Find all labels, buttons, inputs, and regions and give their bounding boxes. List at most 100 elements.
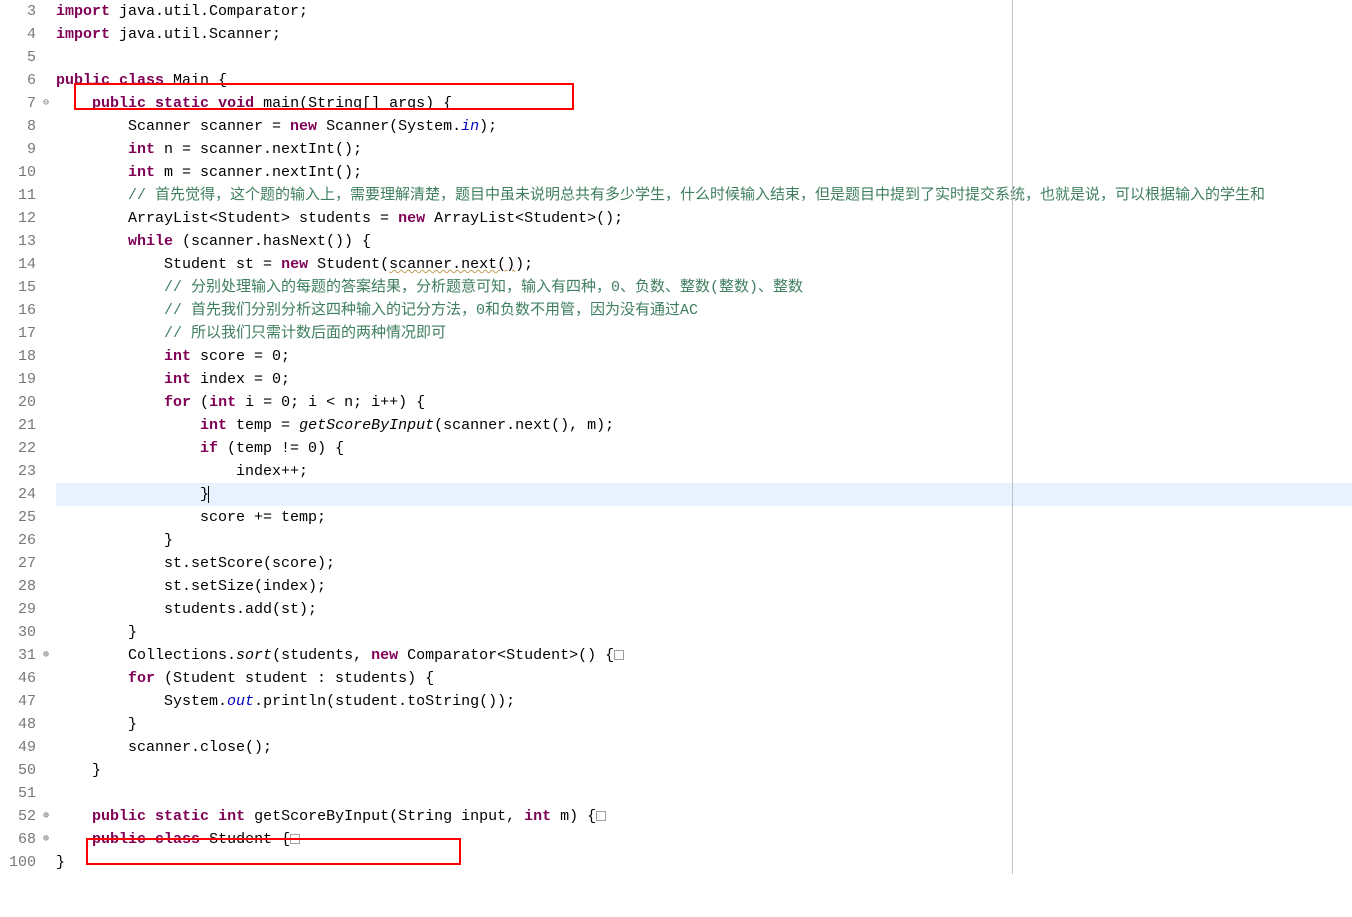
code-line[interactable]: } — [56, 759, 1352, 782]
fold-marker[interactable] — [42, 345, 56, 368]
code-line[interactable]: public static int getScoreByInput(String… — [56, 805, 1352, 828]
fold-marker[interactable] — [42, 690, 56, 713]
code-line[interactable]: st.setSize(index); — [56, 575, 1352, 598]
fold-marker[interactable] — [42, 391, 56, 414]
code-line[interactable]: } — [56, 621, 1352, 644]
code-line[interactable]: import java.util.Comparator; — [56, 0, 1352, 23]
code-line-current[interactable]: } — [56, 483, 1352, 506]
line-number: 25 — [0, 506, 36, 529]
fold-marker[interactable] — [42, 368, 56, 391]
fold-marker[interactable] — [42, 230, 56, 253]
fold-placeholder-icon[interactable] — [290, 834, 300, 844]
fold-marker[interactable] — [42, 184, 56, 207]
line-number: 46 — [0, 667, 36, 690]
fold-marker[interactable]: ⊖ — [42, 92, 56, 115]
code-line[interactable]: for (Student student : students) { — [56, 667, 1352, 690]
code-line[interactable]: students.add(st); — [56, 598, 1352, 621]
line-number: 12 — [0, 207, 36, 230]
line-number: 48 — [0, 713, 36, 736]
line-number: 4 — [0, 23, 36, 46]
code-line[interactable]: System.out.println(student.toString()); — [56, 690, 1352, 713]
line-number: 68 — [0, 828, 36, 851]
code-line[interactable]: int score = 0; — [56, 345, 1352, 368]
fold-placeholder-icon[interactable] — [596, 811, 606, 821]
fold-marker[interactable] — [42, 851, 56, 874]
fold-marker[interactable] — [42, 667, 56, 690]
code-line[interactable]: } — [56, 713, 1352, 736]
code-line[interactable]: int temp = getScoreByInput(scanner.next(… — [56, 414, 1352, 437]
code-line[interactable]: score += temp; — [56, 506, 1352, 529]
fold-marker[interactable]: ⊕ — [42, 805, 56, 828]
fold-placeholder-icon[interactable] — [614, 650, 624, 660]
fold-marker[interactable] — [42, 253, 56, 276]
fold-marker[interactable] — [42, 621, 56, 644]
fold-marker[interactable] — [42, 322, 56, 345]
code-line[interactable]: // 分别处理输入的每题的答案结果，分析题意可知，输入有四种，0、负数、整数(整… — [56, 276, 1352, 299]
fold-marker[interactable] — [42, 713, 56, 736]
code-line[interactable]: index++; — [56, 460, 1352, 483]
code-line[interactable]: Collections.sort(students, new Comparato… — [56, 644, 1352, 667]
code-line[interactable]: int m = scanner.nextInt(); — [56, 161, 1352, 184]
code-line[interactable]: } — [56, 529, 1352, 552]
line-number: 20 — [0, 391, 36, 414]
line-number: 15 — [0, 276, 36, 299]
fold-marker[interactable]: ⊕ — [42, 644, 56, 667]
fold-marker[interactable] — [42, 782, 56, 805]
code-line[interactable]: } — [56, 851, 1352, 874]
code-line[interactable]: // 所以我们只需计数后面的两种情况即可 — [56, 322, 1352, 345]
fold-marker[interactable] — [42, 414, 56, 437]
code-line[interactable]: for (int i = 0; i < n; i++) { — [56, 391, 1352, 414]
fold-marker[interactable] — [42, 0, 56, 23]
code-area[interactable]: import java.util.Comparator; import java… — [56, 0, 1352, 874]
code-line[interactable]: Student st = new Student(scanner.next())… — [56, 253, 1352, 276]
code-line[interactable]: public class Main { — [56, 69, 1352, 92]
fold-marker[interactable] — [42, 759, 56, 782]
code-line[interactable] — [56, 46, 1352, 69]
fold-marker[interactable] — [42, 46, 56, 69]
fold-marker[interactable] — [42, 736, 56, 759]
fold-marker[interactable] — [42, 506, 56, 529]
line-number: 23 — [0, 460, 36, 483]
code-line[interactable]: import java.util.Scanner; — [56, 23, 1352, 46]
line-number: 30 — [0, 621, 36, 644]
code-line[interactable]: Scanner scanner = new Scanner(System.in)… — [56, 115, 1352, 138]
fold-marker[interactable] — [42, 69, 56, 92]
code-line[interactable] — [56, 782, 1352, 805]
line-number: 51 — [0, 782, 36, 805]
fold-marker[interactable] — [42, 575, 56, 598]
line-number: 31 — [0, 644, 36, 667]
fold-marker[interactable] — [42, 552, 56, 575]
fold-marker[interactable] — [42, 138, 56, 161]
code-editor[interactable]: 3 4 5 6 7 8 9 10 11 12 13 14 15 16 17 18… — [0, 0, 1352, 874]
line-number: 19 — [0, 368, 36, 391]
line-number: 5 — [0, 46, 36, 69]
fold-marker[interactable] — [42, 460, 56, 483]
code-line[interactable]: public class Student { — [56, 828, 1352, 851]
fold-marker[interactable]: ⊕ — [42, 828, 56, 851]
code-line[interactable]: ArrayList<Student> students = new ArrayL… — [56, 207, 1352, 230]
fold-marker[interactable] — [42, 483, 56, 506]
code-line[interactable]: int n = scanner.nextInt(); — [56, 138, 1352, 161]
fold-marker[interactable] — [42, 437, 56, 460]
fold-marker[interactable] — [42, 529, 56, 552]
line-number: 16 — [0, 299, 36, 322]
code-line[interactable]: st.setScore(score); — [56, 552, 1352, 575]
fold-marker[interactable] — [42, 276, 56, 299]
code-line[interactable]: int index = 0; — [56, 368, 1352, 391]
code-line[interactable]: while (scanner.hasNext()) { — [56, 230, 1352, 253]
line-number: 29 — [0, 598, 36, 621]
fold-marker[interactable] — [42, 23, 56, 46]
fold-marker[interactable] — [42, 207, 56, 230]
fold-marker[interactable] — [42, 299, 56, 322]
fold-marker[interactable] — [42, 115, 56, 138]
fold-marker[interactable] — [42, 161, 56, 184]
line-number: 17 — [0, 322, 36, 345]
code-line[interactable]: // 首先我们分别分析这四种输入的记分方法，0和负数不用管，因为没有通过AC — [56, 299, 1352, 322]
code-line[interactable]: if (temp != 0) { — [56, 437, 1352, 460]
print-margin — [1012, 0, 1013, 874]
code-line[interactable]: public static void main(String[] args) { — [56, 92, 1352, 115]
code-line[interactable]: scanner.close(); — [56, 736, 1352, 759]
fold-marker[interactable] — [42, 598, 56, 621]
code-line[interactable]: // 首先觉得，这个题的输入上，需要理解清楚，题目中虽未说明总共有多少学生，什么… — [56, 184, 1352, 207]
line-number: 8 — [0, 115, 36, 138]
